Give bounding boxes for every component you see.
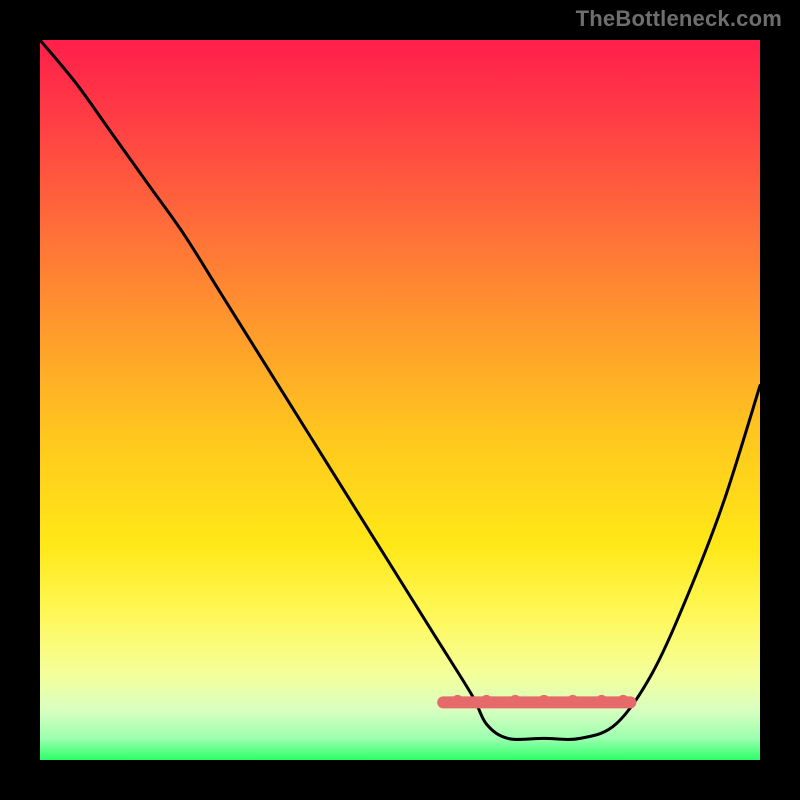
curve-overlay (40, 40, 760, 760)
plot-area (40, 40, 760, 760)
optimal-tick (452, 695, 463, 706)
optimal-tick (567, 695, 578, 706)
optimal-tick (596, 695, 607, 706)
optimal-tick (539, 695, 550, 706)
optimal-tick (618, 695, 629, 706)
optimal-tick (510, 695, 521, 706)
bottleneck-curve (40, 40, 760, 739)
chart-frame: TheBottleneck.com (0, 0, 800, 800)
watermark-label: TheBottleneck.com (576, 6, 782, 32)
optimal-tick (481, 695, 492, 706)
